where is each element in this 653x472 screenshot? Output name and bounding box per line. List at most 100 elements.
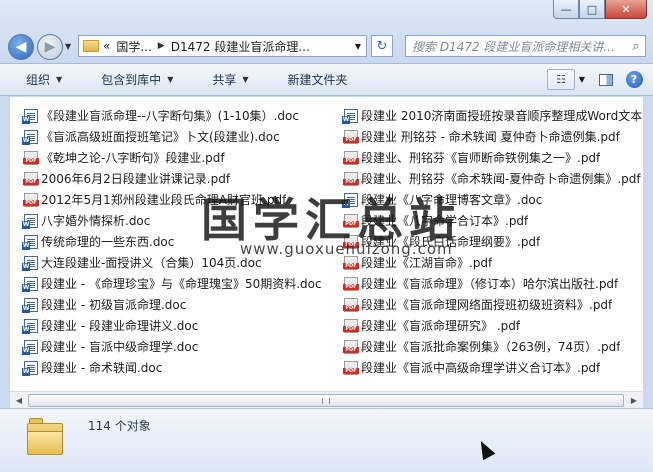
file-item[interactable]: 《盲派高级班面授班笔记》卜文(段建业).doc bbox=[22, 126, 329, 147]
details-pane: 114 个对象 bbox=[0, 408, 653, 472]
preview-pane-button[interactable] bbox=[595, 69, 617, 90]
pdf-file-icon bbox=[23, 192, 39, 207]
pdf-file-icon bbox=[343, 339, 359, 354]
address-bar[interactable]: « 国学... ▶ D1472 段建业盲派命理... ▼ bbox=[78, 35, 367, 57]
search-input[interactable]: 搜索 D1472 段建业盲派命理相关讲... bbox=[412, 38, 627, 55]
preview-pane-icon bbox=[599, 73, 613, 86]
pdf-file-icon bbox=[343, 129, 359, 144]
maximize-button[interactable]: □ bbox=[579, 0, 605, 19]
new-folder-button[interactable]: 新建文件夹 bbox=[262, 64, 361, 95]
share-menu[interactable]: 共享 ▼ bbox=[186, 64, 261, 95]
scroll-right-icon[interactable]: ▶ bbox=[626, 394, 642, 407]
forward-arrow-icon: ▶ bbox=[44, 39, 56, 55]
grip-icon bbox=[322, 398, 330, 404]
refresh-button[interactable]: ↻ bbox=[371, 35, 393, 57]
address-dropdown-icon[interactable]: ▼ bbox=[355, 42, 361, 51]
file-item[interactable]: 段建业《盲派批命案例集》（263例，74页）.pdf bbox=[343, 336, 643, 357]
file-name: 段建业《盲派中高级命理学讲义合订本》.pdf bbox=[361, 361, 601, 375]
organize-menu[interactable]: 组织 ▼ bbox=[0, 64, 75, 95]
folder-icon bbox=[83, 40, 99, 52]
file-name: 《乾坤之论-八字断句》段建业.pdf bbox=[41, 151, 225, 165]
file-item[interactable]: 段建业 - 盲派中级命理学.doc bbox=[22, 336, 329, 357]
word-doc-icon bbox=[22, 234, 38, 250]
word-doc-icon bbox=[22, 108, 38, 124]
file-item[interactable]: 段建业 刑铭芬 - 命术轶闻 夏仲奇卜命遗例集.pdf bbox=[343, 126, 643, 147]
word-doc-icon bbox=[22, 255, 38, 271]
word-doc-icon bbox=[22, 213, 38, 229]
help-icon: ? bbox=[625, 71, 643, 88]
search-icon[interactable]: ⌕ bbox=[627, 39, 645, 54]
file-name: 段建业 2010济南面授班按录音顺序整理成Word文本 bbox=[361, 109, 643, 123]
back-button[interactable]: ◀ bbox=[8, 34, 34, 60]
minimize-button[interactable]: — bbox=[553, 0, 579, 19]
scroll-left-icon[interactable]: ◀ bbox=[11, 394, 27, 407]
word-doc-icon bbox=[22, 360, 38, 376]
word-doc-icon bbox=[22, 276, 38, 292]
file-name: 段建业 - 初级盲派命理.doc bbox=[41, 298, 187, 312]
change-view-button[interactable]: ☷ bbox=[547, 69, 575, 90]
refresh-icon: ↻ bbox=[376, 38, 388, 54]
file-item[interactable]: 段建业《盲派命理网络面授班初级班资料》.pdf bbox=[343, 294, 643, 315]
pdf-file-icon bbox=[343, 150, 359, 165]
chevron-down-icon: ▼ bbox=[56, 75, 63, 84]
pdf-file-icon bbox=[343, 297, 359, 312]
file-item[interactable]: 段建业《盲派中高级命理学讲义合订本》.pdf bbox=[343, 357, 643, 378]
toolbar-right: ☷ ▼ ? bbox=[547, 69, 645, 90]
word-doc-icon bbox=[22, 129, 38, 145]
window-chrome: — □ ✕ ◀ ▶ ▼ « 国学... ▶ D1472 段建业盲派命理... ▼… bbox=[0, 0, 653, 64]
view-options-dropdown[interactable]: ▼ bbox=[575, 69, 589, 90]
breadcrumb-item[interactable]: 国学... bbox=[116, 38, 151, 55]
command-bar: 组织 ▼ 包含到库中 ▼ 共享 ▼ 新建文件夹 ☷ ▼ ? bbox=[0, 64, 653, 96]
file-name: 段建业 - 盲派中级命理学.doc bbox=[41, 340, 199, 354]
pdf-file-icon bbox=[343, 318, 359, 333]
file-item[interactable]: 段建业 - 命术轶闻.doc bbox=[22, 357, 329, 378]
file-item[interactable]: 段建业、刑铭芬《盲师断命铁例集之一》.pdf bbox=[343, 147, 643, 168]
search-box[interactable]: 搜索 D1472 段建业盲派命理相关讲... ⌕ bbox=[405, 35, 646, 57]
file-name: 段建业《盲派命理研究》 .pdf bbox=[361, 319, 521, 333]
word-doc-icon bbox=[22, 318, 38, 334]
word-doc-icon bbox=[22, 339, 38, 355]
share-label: 共享 bbox=[212, 73, 237, 87]
chevron-down-icon: ▼ bbox=[167, 75, 174, 84]
breadcrumb-separator-icon[interactable]: ▶ bbox=[158, 41, 165, 51]
file-item[interactable]: 《乾坤之论-八字断句》段建业.pdf bbox=[23, 147, 329, 168]
include-in-library-label: 包含到库中 bbox=[101, 73, 162, 87]
organize-label: 组织 bbox=[26, 73, 51, 87]
item-count: 114 个对象 bbox=[88, 419, 151, 433]
close-button[interactable]: ✕ bbox=[605, 0, 647, 19]
scrollbar-thumb[interactable] bbox=[28, 394, 624, 407]
file-name: 段建业 刑铭芬 - 命术轶闻 夏仲奇卜命遗例集.pdf bbox=[361, 130, 620, 144]
file-name: 传统命理的一些东西.doc bbox=[41, 235, 175, 249]
help-button[interactable]: ? bbox=[623, 69, 645, 90]
horizontal-scrollbar[interactable]: ◀ ▶ bbox=[10, 391, 643, 408]
file-name: 段建业《盲派命理》（修订本）哈尔滨出版社.pdf bbox=[361, 277, 619, 291]
file-name: 段建业 - 段建业命理讲义.doc bbox=[41, 319, 199, 333]
file-name: 八字婚外情探析.doc bbox=[41, 214, 151, 228]
file-item[interactable]: 段建业 - 初级盲派命理.doc bbox=[22, 294, 329, 315]
file-item[interactable]: 段建业 2010济南面授班按录音顺序整理成Word文本 bbox=[342, 105, 643, 126]
breadcrumb-item-current[interactable]: D1472 段建业盲派命理... bbox=[171, 38, 310, 55]
file-name: 《段建业盲派命理--八字断句集》(1-10集）.doc bbox=[41, 109, 299, 123]
file-name: 段建业《盲派批命案例集》（263例，74页）.pdf bbox=[361, 340, 621, 354]
pdf-file-icon bbox=[343, 276, 359, 291]
address-overflow[interactable]: « bbox=[103, 39, 110, 53]
include-in-library-menu[interactable]: 包含到库中 ▼ bbox=[75, 64, 186, 95]
pdf-file-icon bbox=[343, 360, 359, 375]
back-arrow-icon: ◀ bbox=[15, 39, 27, 55]
folder-icon bbox=[27, 418, 63, 455]
forward-button[interactable]: ▶ bbox=[37, 34, 63, 60]
file-name: 段建业 - 《命理珍宝》与《命理瑰宝》50期资料.doc bbox=[41, 277, 322, 291]
chevron-down-icon: ▼ bbox=[242, 75, 249, 84]
file-item[interactable]: 段建业 - 段建业命理讲义.doc bbox=[22, 315, 329, 336]
file-item[interactable]: 段建业《盲派命理研究》 .pdf bbox=[343, 315, 643, 336]
file-name: 《盲派高级班面授班笔记》卜文(段建业).doc bbox=[41, 130, 280, 144]
file-item[interactable]: 段建业《盲派命理》（修订本）哈尔滨出版社.pdf bbox=[343, 273, 643, 294]
file-item[interactable]: 段建业 - 《命理珍宝》与《命理瑰宝》50期资料.doc bbox=[22, 273, 329, 294]
recent-pages-dropdown[interactable]: ▼ bbox=[65, 42, 71, 51]
pdf-file-icon bbox=[23, 171, 39, 186]
file-name: 段建业《盲派命理网络面授班初级班资料》.pdf bbox=[361, 298, 613, 312]
file-name: 段建业 - 命术轶闻.doc bbox=[41, 361, 163, 375]
word-doc-icon bbox=[22, 297, 38, 313]
file-item[interactable]: 《段建业盲派命理--八字断句集》(1-10集）.doc bbox=[22, 105, 329, 126]
view-list-icon: ☷ bbox=[556, 73, 566, 86]
